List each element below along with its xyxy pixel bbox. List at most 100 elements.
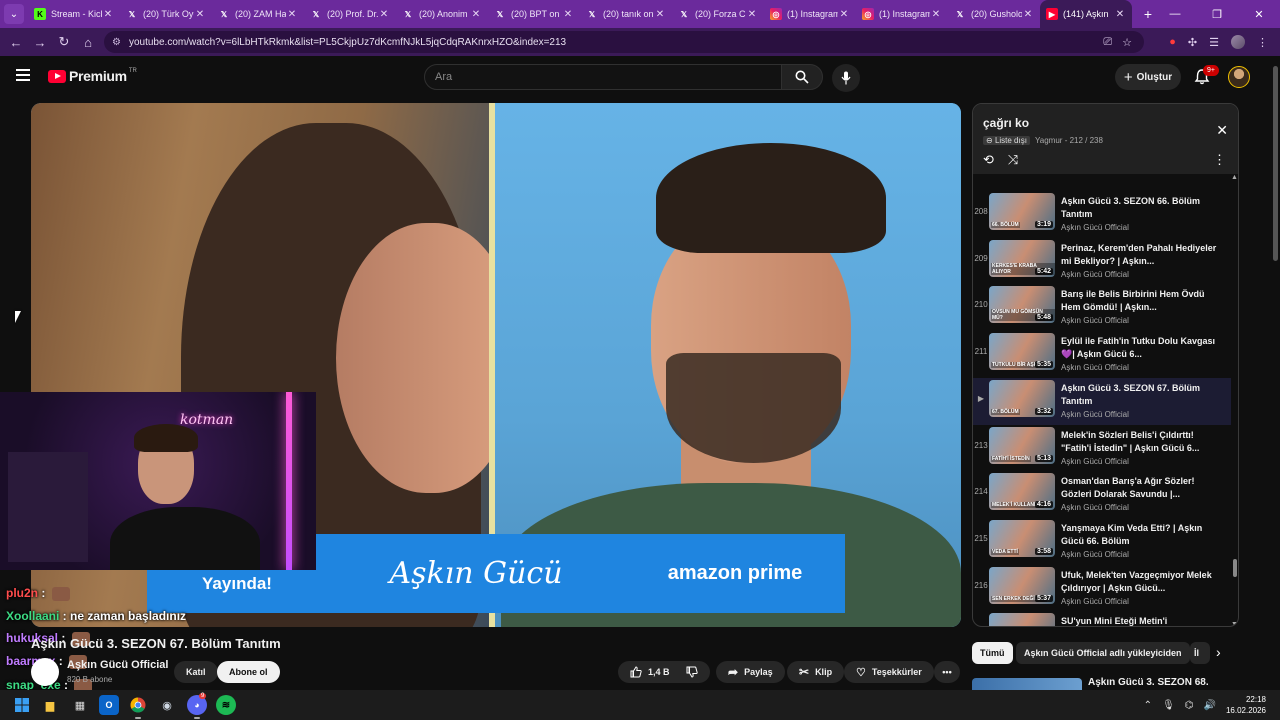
browser-tab[interactable]: ◎ (1) Instagram ✕ xyxy=(856,0,948,28)
close-tab-icon[interactable]: ✕ xyxy=(930,9,942,20)
bookmark-star-icon[interactable]: ☆ xyxy=(1122,36,1132,49)
scroll-down-icon[interactable]: ▼ xyxy=(1231,621,1238,626)
playlist-item[interactable]: 215 VEDA ETTİ 3:58 Yanşmaya Kim Veda Etti? … xyxy=(973,518,1231,565)
playlist-item[interactable]: 216 SEN ERKEK DEĞİLSİN 5:37 Ufuk, Melek'ten… xyxy=(973,565,1231,612)
page-scroll-thumb[interactable] xyxy=(1273,66,1278,261)
chat-username[interactable]: Xoollaani xyxy=(6,609,59,623)
chip-uploader[interactable]: Aşkın Gücü Official adlı yükleyiciden xyxy=(1016,642,1190,664)
restore-icon[interactable]: ❐ xyxy=(1196,8,1238,21)
search-button[interactable] xyxy=(781,64,823,90)
playlist-owner[interactable]: Yagmur xyxy=(1035,136,1062,145)
home-icon[interactable]: ⌂ xyxy=(76,35,100,50)
close-tab-icon[interactable]: ✕ xyxy=(746,9,758,20)
menu-icon[interactable] xyxy=(16,69,30,81)
close-tab-icon[interactable]: ✕ xyxy=(1114,9,1126,20)
create-button[interactable]: + Oluştur xyxy=(1115,64,1181,90)
extension-red-icon[interactable]: ● xyxy=(1169,36,1176,48)
windows-start-icon[interactable] xyxy=(12,695,32,715)
browser-tab[interactable]: ▶ (141) Aşkın ✕ xyxy=(1040,0,1132,28)
playlist-item[interactable]: 208 66. BÖLÜM 3:19 Aşkın Gücü 3. SEZON 66. … xyxy=(973,191,1231,238)
playlist-item[interactable]: 210 OVSUN MU GÖMSÜN MÜ? 5:48 Barış ile Beli… xyxy=(973,284,1231,331)
clip-button[interactable]: ✂ Klip xyxy=(787,661,845,683)
dislike-button[interactable] xyxy=(686,666,698,678)
browser-tab[interactable]: K Stream - Kick ✕ xyxy=(28,0,120,28)
playlist-more-icon[interactable]: ⋮ xyxy=(1213,152,1226,168)
chevron-right-icon[interactable]: › xyxy=(1216,644,1221,660)
subscribe-button[interactable]: Abone ol xyxy=(217,661,280,683)
playlist-item[interactable]: 214 MELEK'İ KULLANDIN 4:16 Osman'dan Barış'… xyxy=(973,471,1231,518)
back-icon[interactable]: ← xyxy=(4,35,28,50)
chat-username[interactable]: plu2n xyxy=(6,586,38,600)
spotify-icon[interactable]: ≋ xyxy=(216,695,236,715)
playlist-item[interactable]: 211 TUTKULU BİR AŞK 5:35 Eylül ile Fatih'in… xyxy=(973,331,1231,378)
playlist-item[interactable]: SU'yun Mini Eteği Metin'i xyxy=(973,611,1231,626)
browser-tab[interactable]: 𝕏 (20) Gusholo ✕ xyxy=(948,0,1040,28)
outlook-icon[interactable]: O xyxy=(99,695,119,715)
scroll-thumb[interactable] xyxy=(1233,559,1237,577)
close-playlist-icon[interactable]: ✕ xyxy=(1216,122,1228,139)
youtube-logo[interactable]: Premium TR xyxy=(48,68,137,84)
playlist-item[interactable]: 213 FATİH'İ İSTEDİN 5:13 Melek'in Sözleri B… xyxy=(973,425,1231,472)
close-tab-icon[interactable]: ✕ xyxy=(1022,9,1034,20)
network-icon[interactable]: ⌬ xyxy=(1185,700,1194,711)
browser-tab[interactable]: 𝕏 (20) BPT on ✕ xyxy=(488,0,580,28)
search-input[interactable]: Ara xyxy=(424,64,782,90)
playlist-title[interactable]: çağrı ko xyxy=(983,116,1029,130)
browser-tab[interactable]: ◎ (1) Instagram ✕ xyxy=(764,0,856,28)
loop-icon[interactable]: ⟲ xyxy=(983,152,994,168)
browser-tab[interactable]: 𝕏 (20) Prof. Dr. ✕ xyxy=(304,0,396,28)
shuffle-icon[interactable]: ⤨ xyxy=(1008,152,1018,168)
browser-tab[interactable]: 𝕏 (20) tanık on ✕ xyxy=(580,0,672,28)
clock[interactable]: 22:18 16.02.2026 xyxy=(1226,694,1266,716)
close-tab-icon[interactable]: ✕ xyxy=(654,9,666,20)
close-tab-icon[interactable]: ✕ xyxy=(562,9,574,20)
steam-icon[interactable]: ◉ xyxy=(157,695,177,715)
reload-icon[interactable]: ↻ xyxy=(52,34,76,50)
close-window-icon[interactable]: ✕ xyxy=(1238,8,1280,21)
browser-tab[interactable]: 𝕏 (20) Anonim ✕ xyxy=(396,0,488,28)
reading-list-icon[interactable]: ☰ xyxy=(1209,36,1219,49)
store-icon[interactable]: ▦ xyxy=(70,695,90,715)
url-field[interactable]: ⚙ youtube.com/watch?v=6lLbHTkRkmk&list=P… xyxy=(104,31,1144,53)
join-button[interactable]: Katıl xyxy=(174,661,218,683)
share-button[interactable]: ➦ Paylaş xyxy=(716,661,785,683)
recommendation-item[interactable]: Aşkın Gücü 3. SEZON 68. xyxy=(972,676,1240,690)
like-button[interactable]: 1,4 B xyxy=(630,666,670,678)
account-avatar[interactable] xyxy=(1228,66,1250,88)
file-explorer-icon[interactable]: ▆ xyxy=(40,695,60,715)
close-tab-icon[interactable]: ✕ xyxy=(378,9,390,20)
mic-tray-icon[interactable]: 🎙 xyxy=(1162,700,1175,711)
tab-search-icon[interactable]: ⌄ xyxy=(4,4,24,24)
chrome-icon[interactable] xyxy=(128,695,148,719)
channel-name[interactable]: Aşkın Gücü Official xyxy=(67,659,168,671)
chip-all[interactable]: Tümü xyxy=(972,642,1013,664)
close-tab-icon[interactable]: ✕ xyxy=(470,9,482,20)
playlist-item[interactable]: ▶ 67. BÖLÜM 3:32 Aşkın Gücü 3. SEZON 67. Bö… xyxy=(973,377,1231,425)
page-scrollbar[interactable] xyxy=(1270,56,1280,690)
browser-tab[interactable]: 𝕏 (20) Türk Oyun✕ xyxy=(120,0,212,28)
scroll-up-icon[interactable]: ▲ xyxy=(1231,174,1238,181)
tray-overflow-icon[interactable]: ⌃ xyxy=(1144,700,1152,711)
more-actions-icon[interactable]: ••• xyxy=(934,661,960,683)
profile-avatar[interactable] xyxy=(1231,35,1245,49)
scissors-icon: ✂ xyxy=(799,665,810,679)
browser-tab[interactable]: 𝕏 (20) Forza C ✕ xyxy=(672,0,764,28)
close-tab-icon[interactable]: ✕ xyxy=(194,9,206,20)
volume-icon[interactable]: 🔊 xyxy=(1204,700,1216,711)
cast-icon[interactable]: ⎚ xyxy=(1103,36,1112,49)
extensions-puzzle-icon[interactable]: ✣ xyxy=(1188,36,1197,49)
forward-icon[interactable]: → xyxy=(28,35,52,50)
thanks-button[interactable]: ♡ Teşekkürler xyxy=(844,661,934,683)
playlist-scrollbar[interactable]: ▲ ▼ xyxy=(1231,174,1238,626)
minimize-icon[interactable]: — xyxy=(1154,8,1196,20)
channel-avatar[interactable] xyxy=(31,658,59,686)
chip-more[interactable]: İl xyxy=(1190,642,1210,664)
playlist-item[interactable]: 209 KERKES'E KRABA ALIYOR 5:42 Perinaz, Ker… xyxy=(973,238,1231,285)
voice-search-button[interactable] xyxy=(832,64,860,92)
site-info-icon[interactable]: ⚙ xyxy=(112,37,121,48)
close-tab-icon[interactable]: ✕ xyxy=(286,9,298,20)
close-tab-icon[interactable]: ✕ xyxy=(102,9,114,20)
close-tab-icon[interactable]: ✕ xyxy=(838,9,850,20)
browser-menu-icon[interactable]: ⋮ xyxy=(1257,36,1268,49)
browser-tab[interactable]: 𝕏 (20) ZAM Ha ✕ xyxy=(212,0,304,28)
